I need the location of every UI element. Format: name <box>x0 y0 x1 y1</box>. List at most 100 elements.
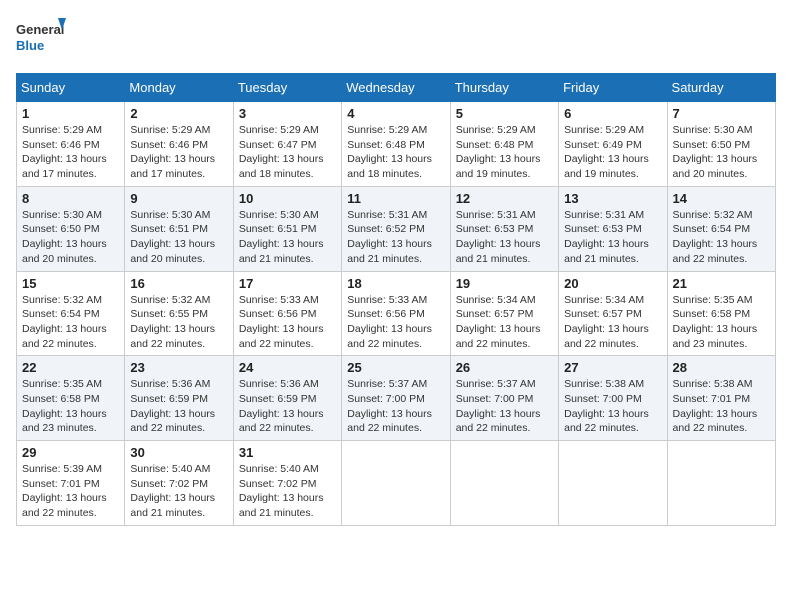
day-info: Sunrise: 5:36 AMSunset: 6:59 PMDaylight:… <box>239 377 336 436</box>
calendar-cell: 22 Sunrise: 5:35 AMSunset: 6:58 PMDayligh… <box>17 356 125 441</box>
calendar-cell: 9 Sunrise: 5:30 AMSunset: 6:51 PMDaylight… <box>125 186 233 271</box>
calendar-cell: 23 Sunrise: 5:36 AMSunset: 6:59 PMDayligh… <box>125 356 233 441</box>
day-info: Sunrise: 5:30 AMSunset: 6:50 PMDaylight:… <box>673 123 770 182</box>
day-info: Sunrise: 5:31 AMSunset: 6:53 PMDaylight:… <box>456 208 553 267</box>
day-info: Sunrise: 5:37 AMSunset: 7:00 PMDaylight:… <box>347 377 444 436</box>
calendar-cell: 20 Sunrise: 5:34 AMSunset: 6:57 PMDayligh… <box>559 271 667 356</box>
day-number: 31 <box>239 445 336 460</box>
day-number: 1 <box>22 106 119 121</box>
day-number: 24 <box>239 360 336 375</box>
day-info: Sunrise: 5:31 AMSunset: 6:53 PMDaylight:… <box>564 208 661 267</box>
day-info: Sunrise: 5:31 AMSunset: 6:52 PMDaylight:… <box>347 208 444 267</box>
calendar-cell: 16 Sunrise: 5:32 AMSunset: 6:55 PMDayligh… <box>125 271 233 356</box>
calendar-week-row: 29 Sunrise: 5:39 AMSunset: 7:01 PMDayligh… <box>17 441 776 526</box>
day-number: 13 <box>564 191 661 206</box>
day-number: 11 <box>347 191 444 206</box>
day-info: Sunrise: 5:29 AMSunset: 6:46 PMDaylight:… <box>22 123 119 182</box>
day-number: 20 <box>564 276 661 291</box>
page-header: General Blue <box>16 16 776 61</box>
calendar-cell <box>667 441 775 526</box>
calendar-week-row: 8Sunrise: 5:30 AMSunset: 6:50 PMDaylight… <box>17 186 776 271</box>
weekday-header: Sunday <box>17 74 125 102</box>
day-number: 10 <box>239 191 336 206</box>
day-info: Sunrise: 5:29 AMSunset: 6:48 PMDaylight:… <box>347 123 444 182</box>
day-number: 21 <box>673 276 770 291</box>
calendar-table: SundayMondayTuesdayWednesdayThursdayFrid… <box>16 73 776 526</box>
calendar-cell: 8Sunrise: 5:30 AMSunset: 6:50 PMDaylight… <box>17 186 125 271</box>
calendar-cell: 15 Sunrise: 5:32 AMSunset: 6:54 PMDayligh… <box>17 271 125 356</box>
logo: General Blue <box>16 16 66 61</box>
day-number: 2 <box>130 106 227 121</box>
svg-text:General: General <box>16 22 64 37</box>
day-number: 4 <box>347 106 444 121</box>
calendar-week-row: 1 Sunrise: 5:29 AMSunset: 6:46 PMDaylight… <box>17 102 776 187</box>
day-info: Sunrise: 5:29 AMSunset: 6:46 PMDaylight:… <box>130 123 227 182</box>
day-info: Sunrise: 5:40 AMSunset: 7:02 PMDaylight:… <box>130 462 227 521</box>
calendar-cell: 24 Sunrise: 5:36 AMSunset: 6:59 PMDayligh… <box>233 356 341 441</box>
day-number: 9 <box>130 191 227 206</box>
calendar-cell: 7 Sunrise: 5:30 AMSunset: 6:50 PMDaylight… <box>667 102 775 187</box>
day-info: Sunrise: 5:35 AMSunset: 6:58 PMDaylight:… <box>22 377 119 436</box>
day-number: 7 <box>673 106 770 121</box>
weekday-header: Monday <box>125 74 233 102</box>
day-number: 15 <box>22 276 119 291</box>
svg-text:Blue: Blue <box>16 38 44 53</box>
calendar-cell: 21 Sunrise: 5:35 AMSunset: 6:58 PMDayligh… <box>667 271 775 356</box>
day-info: Sunrise: 5:37 AMSunset: 7:00 PMDaylight:… <box>456 377 553 436</box>
calendar-cell <box>559 441 667 526</box>
day-info: Sunrise: 5:35 AMSunset: 6:58 PMDaylight:… <box>673 293 770 352</box>
day-info: Sunrise: 5:38 AMSunset: 7:01 PMDaylight:… <box>673 377 770 436</box>
day-info: Sunrise: 5:30 AMSunset: 6:51 PMDaylight:… <box>239 208 336 267</box>
weekday-header: Saturday <box>667 74 775 102</box>
calendar-cell: 18Sunrise: 5:33 AMSunset: 6:56 PMDayligh… <box>342 271 450 356</box>
logo-svg: General Blue <box>16 16 66 61</box>
calendar-cell: 11 Sunrise: 5:31 AMSunset: 6:52 PMDayligh… <box>342 186 450 271</box>
day-number: 28 <box>673 360 770 375</box>
day-info: Sunrise: 5:30 AMSunset: 6:51 PMDaylight:… <box>130 208 227 267</box>
day-info: Sunrise: 5:39 AMSunset: 7:01 PMDaylight:… <box>22 462 119 521</box>
day-number: 27 <box>564 360 661 375</box>
calendar-cell: 25 Sunrise: 5:37 AMSunset: 7:00 PMDayligh… <box>342 356 450 441</box>
day-info: Sunrise: 5:36 AMSunset: 6:59 PMDaylight:… <box>130 377 227 436</box>
weekday-header: Friday <box>559 74 667 102</box>
calendar-cell: 1 Sunrise: 5:29 AMSunset: 6:46 PMDaylight… <box>17 102 125 187</box>
calendar-cell: 27Sunrise: 5:38 AMSunset: 7:00 PMDayligh… <box>559 356 667 441</box>
calendar-cell <box>450 441 558 526</box>
calendar-cell <box>342 441 450 526</box>
day-number: 17 <box>239 276 336 291</box>
calendar-week-row: 15 Sunrise: 5:32 AMSunset: 6:54 PMDayligh… <box>17 271 776 356</box>
calendar-cell: 14Sunrise: 5:32 AMSunset: 6:54 PMDayligh… <box>667 186 775 271</box>
day-info: Sunrise: 5:34 AMSunset: 6:57 PMDaylight:… <box>564 293 661 352</box>
weekday-header: Thursday <box>450 74 558 102</box>
calendar-cell: 4 Sunrise: 5:29 AMSunset: 6:48 PMDaylight… <box>342 102 450 187</box>
day-number: 25 <box>347 360 444 375</box>
day-number: 30 <box>130 445 227 460</box>
day-number: 3 <box>239 106 336 121</box>
day-number: 5 <box>456 106 553 121</box>
weekday-header: Wednesday <box>342 74 450 102</box>
day-number: 12 <box>456 191 553 206</box>
calendar-cell: 26Sunrise: 5:37 AMSunset: 7:00 PMDayligh… <box>450 356 558 441</box>
day-info: Sunrise: 5:33 AMSunset: 6:56 PMDaylight:… <box>239 293 336 352</box>
calendar-cell: 30 Sunrise: 5:40 AMSunset: 7:02 PMDayligh… <box>125 441 233 526</box>
day-number: 23 <box>130 360 227 375</box>
calendar-cell: 28 Sunrise: 5:38 AMSunset: 7:01 PMDayligh… <box>667 356 775 441</box>
day-info: Sunrise: 5:30 AMSunset: 6:50 PMDaylight:… <box>22 208 119 267</box>
calendar-cell: 3 Sunrise: 5:29 AMSunset: 6:47 PMDaylight… <box>233 102 341 187</box>
day-info: Sunrise: 5:40 AMSunset: 7:02 PMDaylight:… <box>239 462 336 521</box>
day-info: Sunrise: 5:32 AMSunset: 6:55 PMDaylight:… <box>130 293 227 352</box>
calendar-cell: 12 Sunrise: 5:31 AMSunset: 6:53 PMDayligh… <box>450 186 558 271</box>
day-number: 16 <box>130 276 227 291</box>
day-info: Sunrise: 5:29 AMSunset: 6:47 PMDaylight:… <box>239 123 336 182</box>
day-number: 29 <box>22 445 119 460</box>
day-info: Sunrise: 5:32 AMSunset: 6:54 PMDaylight:… <box>22 293 119 352</box>
day-info: Sunrise: 5:34 AMSunset: 6:57 PMDaylight:… <box>456 293 553 352</box>
calendar-cell: 5Sunrise: 5:29 AMSunset: 6:48 PMDaylight… <box>450 102 558 187</box>
day-number: 6 <box>564 106 661 121</box>
calendar-cell: 17 Sunrise: 5:33 AMSunset: 6:56 PMDayligh… <box>233 271 341 356</box>
weekday-header-row: SundayMondayTuesdayWednesdayThursdayFrid… <box>17 74 776 102</box>
day-number: 22 <box>22 360 119 375</box>
calendar-cell: 29 Sunrise: 5:39 AMSunset: 7:01 PMDayligh… <box>17 441 125 526</box>
calendar-cell: 19Sunrise: 5:34 AMSunset: 6:57 PMDayligh… <box>450 271 558 356</box>
weekday-header: Tuesday <box>233 74 341 102</box>
